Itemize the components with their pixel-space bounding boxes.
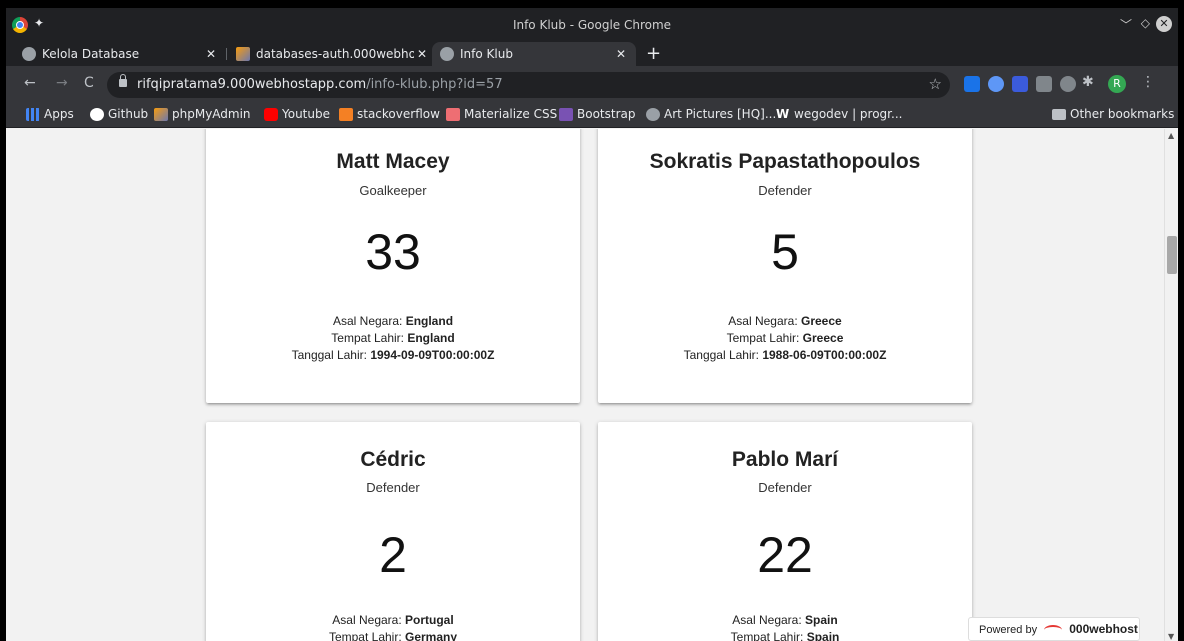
tab-divider [226, 48, 227, 60]
player-name: Matt Macey [336, 150, 450, 173]
extension-icon[interactable] [1060, 76, 1076, 92]
player-position: Defender [366, 480, 420, 495]
apps-grid-icon [26, 108, 40, 121]
github-icon [90, 108, 104, 121]
window-title: Info Klub - Google Chrome [512, 18, 672, 32]
tab-info-klub[interactable]: Info Klub ✕ [432, 42, 636, 66]
player-position: Defender [758, 183, 812, 198]
player-birthplace: Greece [802, 331, 844, 345]
player-card: Sokratis Papastathopoulos Defender 5 Asa… [598, 129, 972, 403]
phpmyadmin-icon [236, 47, 250, 61]
player-birthdate: 1994-09-09T00:00:00Z [370, 348, 495, 362]
other-bookmarks[interactable]: Other bookmarks [1052, 107, 1174, 121]
bootstrap-icon [559, 108, 573, 121]
youtube-icon [264, 108, 278, 121]
globe-icon [440, 47, 454, 61]
player-card: Matt Macey Goalkeeper 33 Asal Negara: En… [206, 129, 580, 403]
player-country: Portugal [405, 613, 454, 627]
close-tab-icon[interactable]: ✕ [206, 42, 216, 66]
extension-icon[interactable] [964, 76, 980, 92]
bookmark-wegodev[interactable]: W wegodev | progr... [776, 107, 902, 121]
page-content: Matt Macey Goalkeeper 33 Asal Negara: En… [6, 129, 1164, 641]
player-number: 33 [365, 224, 421, 280]
w-icon: W [776, 107, 790, 121]
phpmyadmin-icon [154, 108, 168, 121]
browser-window: ✦ Info Klub - Google Chrome ﹀ ◇ ✕ Kelola… [6, 8, 1178, 641]
title-bar: ✦ Info Klub - Google Chrome ﹀ ◇ ✕ [6, 8, 1178, 42]
maximize-icon[interactable]: ◇ [1141, 16, 1150, 30]
powered-by-text: Powered by [979, 624, 1038, 636]
player-country: England [405, 314, 454, 328]
url-text[interactable]: rifqipratama9.000webhostapp.com/info-klu… [137, 77, 503, 92]
player-info: Asal Negara: Spain Tempat Lahir: Spain [598, 612, 972, 641]
bookmark-materialize[interactable]: Materialize CSS [446, 107, 557, 121]
player-card: Cédric Defender 2 Asal Negara: Portugal … [206, 422, 580, 641]
player-position: Goalkeeper [359, 183, 427, 198]
close-tab-icon[interactable]: ✕ [414, 42, 428, 66]
lock-icon[interactable] [119, 74, 127, 87]
player-info: Asal Negara: Portugal Tempat Lahir: Germ… [206, 612, 580, 641]
stackoverflow-icon [339, 108, 353, 121]
bookmark-youtube[interactable]: Youtube [264, 107, 330, 121]
bookmark-art-pictures[interactable]: Art Pictures [HQ]... [646, 107, 776, 121]
browser-toolbar: ← → C rifqipratama9.000webhostapp.com/in… [6, 66, 1178, 102]
powered-by-brand: 000webhost [1069, 622, 1138, 636]
player-birthplace: Spain [806, 630, 840, 641]
back-icon[interactable]: ← [24, 75, 36, 91]
bookmarks-bar: Apps Github phpMyAdmin Youtube stackover… [6, 102, 1178, 128]
scroll-down-arrow-icon[interactable]: ▼ [1168, 632, 1174, 641]
player-name: Cédric [360, 448, 426, 471]
player-position: Defender [758, 480, 812, 495]
address-bar[interactable]: rifqipratama9.000webhostapp.com/info-klu… [107, 72, 950, 98]
scroll-up-arrow-icon[interactable]: ▲ [1168, 131, 1174, 140]
player-name: Pablo Marí [731, 448, 839, 471]
new-tab-icon[interactable]: + [646, 42, 661, 66]
player-info: Asal Negara: England Tempat Lahir: Engla… [291, 314, 495, 362]
player-number: 2 [379, 527, 407, 583]
close-tab-icon[interactable]: ✕ [616, 42, 626, 66]
materialize-icon [446, 108, 460, 121]
player-country: Greece [801, 314, 842, 328]
forward-icon[interactable]: → [56, 75, 68, 91]
tab-databases-auth[interactable]: databases-auth.000webhost ✕ [228, 42, 430, 66]
powered-by-badge[interactable]: Powered by 000webhost [968, 617, 1140, 641]
close-window-icon[interactable]: ✕ [1156, 16, 1172, 32]
bookmark-stackoverflow[interactable]: stackoverflow [339, 107, 440, 121]
tab-label: databases-auth.000webhost [256, 47, 427, 61]
bookmark-star-icon[interactable]: ☆ [929, 75, 942, 93]
bookmark-github[interactable]: Github [90, 107, 148, 121]
folder-icon [1052, 109, 1066, 120]
globe-icon [646, 108, 660, 121]
extensions-puzzle-icon[interactable]: ✱ [1082, 74, 1094, 90]
player-birthplace: Germany [405, 630, 458, 641]
globe-icon [22, 47, 36, 61]
extension-icon[interactable] [1036, 76, 1052, 92]
extension-icon[interactable] [988, 76, 1004, 92]
bookmark-phpmyadmin[interactable]: phpMyAdmin [154, 107, 251, 121]
scrollbar-thumb[interactable] [1167, 236, 1177, 274]
bookmark-apps[interactable]: Apps [26, 107, 74, 121]
reload-icon[interactable]: C [84, 75, 94, 91]
player-number: 22 [757, 527, 813, 583]
menu-kebab-icon[interactable]: ⋮ [1141, 74, 1155, 90]
profile-avatar[interactable]: R [1108, 75, 1126, 93]
player-name: Sokratis Papastathopoulos [649, 150, 921, 173]
extension-icon[interactable] [1012, 76, 1028, 92]
player-birthdate: 1988-06-09T00:00:00Z [762, 348, 887, 362]
vertical-scrollbar[interactable]: ▲ ▼ [1164, 129, 1178, 641]
player-country: Spain [805, 613, 838, 627]
bookmark-bootstrap[interactable]: Bootstrap [559, 107, 635, 121]
tab-kelola-database[interactable]: Kelola Database ✕ [14, 42, 222, 66]
tab-label: Kelola Database [42, 47, 140, 61]
000webhost-logo-icon [1044, 625, 1063, 635]
player-card: Pablo Marí Defender 22 Asal Negara: Spai… [598, 422, 972, 641]
minimize-icon[interactable]: ﹀ [1120, 16, 1132, 33]
player-number: 5 [771, 224, 799, 280]
player-info: Asal Negara: Greece Tempat Lahir: Greece… [683, 314, 887, 362]
tab-label: Info Klub [460, 47, 513, 61]
player-birthplace: England [407, 331, 455, 345]
tab-strip: Kelola Database ✕ databases-auth.000webh… [6, 42, 1178, 66]
